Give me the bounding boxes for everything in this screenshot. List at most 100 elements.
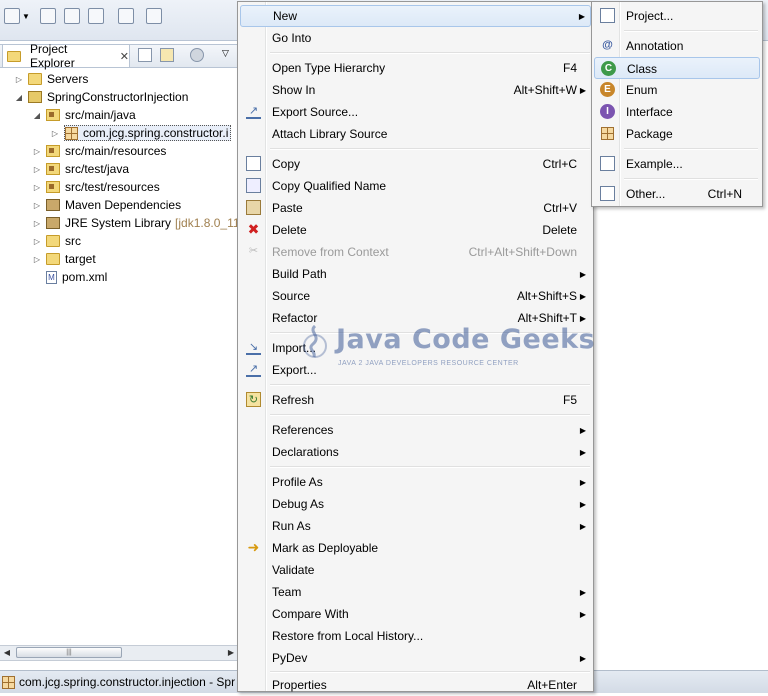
menu-item-label: Package [626, 127, 673, 141]
expanded-twisty-icon[interactable]: ◢ [32, 111, 42, 120]
menu-item-restore-local-history[interactable]: Restore from Local History... [240, 625, 591, 647]
new-submenu: Project... @ Annotation C Class E Enum I… [591, 1, 763, 207]
collapsed-twisty-icon[interactable]: ▷ [50, 129, 60, 138]
link-with-editor-icon[interactable] [160, 48, 174, 62]
submenu-arrow-icon: ▶ [579, 291, 586, 301]
submenu-item-class[interactable]: C Class [594, 57, 760, 79]
submenu-item-other[interactable]: Other... Ctrl+N [594, 183, 760, 205]
tree-item-src-main-resources[interactable]: ▷ src/main/resources [32, 142, 166, 160]
delete-icon: ✖ [247, 221, 260, 237]
submenu-item-interface[interactable]: I Interface [594, 101, 760, 123]
view-menu-gear-icon[interactable] [190, 48, 204, 62]
submenu-arrow-icon: ▶ [579, 313, 586, 323]
menu-item-build-path[interactable]: Build Path ▶ [240, 263, 591, 285]
menu-separator [624, 178, 758, 180]
tree-item-package[interactable]: ▷ com.jcg.spring.constructor.i [50, 124, 232, 142]
new-wizard-icon[interactable] [4, 8, 20, 24]
project-explorer-icon [7, 50, 21, 62]
menu-item-label: References [272, 423, 334, 437]
menu-item-copy[interactable]: Copy Ctrl+C [240, 153, 591, 175]
submenu-arrow-icon: ▶ [579, 499, 586, 509]
menu-item-validate[interactable]: Validate [240, 559, 591, 581]
menu-separator [270, 148, 590, 150]
scroll-right-icon[interactable]: ▶ [224, 646, 238, 660]
tree-item-label: src [65, 234, 81, 248]
tree-item-jre-library[interactable]: ▷ JRE System Library [jdk1.8.0_111] [32, 214, 249, 232]
new-dropdown-arrow-icon[interactable]: ▼ [22, 12, 30, 21]
menu-item-debug-as[interactable]: Debug As ▶ [240, 493, 591, 515]
tree-item-src[interactable]: ▷ src [32, 232, 81, 250]
collapsed-twisty-icon[interactable]: ▷ [32, 219, 42, 228]
tree-item-src-test-resources[interactable]: ▷ src/test/resources [32, 178, 160, 196]
menu-item-label: Team [272, 585, 302, 599]
menu-item-export-source[interactable]: ↗ Export Source... [240, 101, 591, 123]
view-menu-chevron-down-icon[interactable]: ▽ [222, 48, 229, 59]
expanded-twisty-icon[interactable]: ◢ [14, 93, 24, 102]
tree-item-target[interactable]: ▷ target [32, 250, 96, 268]
menu-item-export[interactable]: ↗ Export... [240, 359, 591, 381]
scroll-left-icon[interactable]: ◀ [0, 646, 14, 660]
menu-item-label: Source [272, 289, 311, 303]
tree-item-label: Maven Dependencies [65, 198, 182, 212]
submenu-item-example[interactable]: Example... [594, 153, 760, 175]
tab-label: Project Explorer [30, 42, 75, 70]
menu-item-team[interactable]: Team ▶ [240, 581, 591, 603]
close-tab-icon[interactable]: ✕ [120, 50, 129, 63]
collapsed-twisty-icon[interactable]: ▷ [32, 255, 42, 264]
save-icon[interactable] [40, 8, 56, 24]
save-all-icon[interactable] [64, 8, 80, 24]
menu-item-source[interactable]: Source Alt+Shift+S ▶ [240, 285, 591, 307]
open-type-icon[interactable] [118, 8, 134, 24]
skip-breakpoints-icon[interactable] [146, 8, 162, 24]
tree-item-servers[interactable]: ▷ Servers [14, 70, 88, 88]
collapsed-twisty-icon[interactable]: ▷ [32, 201, 42, 210]
collapsed-twisty-icon[interactable]: ▷ [32, 147, 42, 156]
menu-item-attach-library-source[interactable]: Attach Library Source [240, 123, 591, 145]
menu-item-open-type-hierarchy[interactable]: Open Type Hierarchy F4 [240, 57, 591, 79]
collapse-all-icon[interactable] [138, 48, 152, 62]
menu-item-delete[interactable]: ✖ Delete Delete [240, 219, 591, 241]
submenu-item-enum[interactable]: E Enum [594, 79, 760, 101]
collapsed-twisty-icon[interactable]: ▷ [14, 75, 24, 84]
menu-item-copy-qualified-name[interactable]: Copy Qualified Name [240, 175, 591, 197]
menu-item-show-in[interactable]: Show In Alt+Shift+W ▶ [240, 79, 591, 101]
print-icon[interactable] [88, 8, 104, 24]
menu-item-paste[interactable]: Paste Ctrl+V [240, 197, 591, 219]
tree-item-label: src/test/java [65, 162, 130, 176]
collapsed-twisty-icon[interactable]: ▷ [32, 183, 42, 192]
menu-item-mark-as-deployable[interactable]: ➜ Mark as Deployable [240, 537, 591, 559]
menu-item-import[interactable]: ↘ Import... [240, 337, 591, 359]
submenu-item-package[interactable]: Package [594, 123, 760, 145]
tree-item-label: Servers [47, 72, 89, 86]
tree-item-src-main-java[interactable]: ◢ src/main/java [32, 106, 136, 124]
menu-separator [270, 466, 590, 468]
menu-item-declarations[interactable]: Declarations ▶ [240, 441, 591, 463]
menu-item-refresh[interactable]: ↻ Refresh F5 [240, 389, 591, 411]
collapsed-twisty-icon[interactable]: ▷ [32, 165, 42, 174]
tab-project-explorer[interactable]: Project Explorer ✕ [2, 42, 130, 70]
collapsed-twisty-icon[interactable]: ▷ [32, 237, 42, 246]
menu-item-profile-as[interactable]: Profile As ▶ [240, 471, 591, 493]
submenu-item-annotation[interactable]: @ Annotation [594, 35, 760, 57]
tree-item-src-test-java[interactable]: ▷ src/test/java [32, 160, 129, 178]
submenu-item-project[interactable]: Project... [594, 5, 760, 27]
remove-context-icon: ✂ [248, 245, 259, 257]
menu-item-pydev[interactable]: PyDev ▶ [240, 647, 591, 669]
selected-package[interactable]: com.jcg.spring.constructor.i [64, 125, 232, 141]
scrollbar-thumb[interactable]: ||| [16, 647, 122, 658]
menu-item-label: Annotation [626, 39, 684, 53]
menu-item-run-as[interactable]: Run As ▶ [240, 515, 591, 537]
tree-item-pom[interactable]: M pom.xml [46, 268, 107, 286]
menu-item-refactor[interactable]: Refactor Alt+Shift+T ▶ [240, 307, 591, 329]
tree-item-maven-dependencies[interactable]: ▷ Maven Dependencies [32, 196, 181, 214]
menu-item-go-into[interactable]: Go Into [240, 27, 591, 49]
menu-item-new[interactable]: New ▶ [240, 5, 591, 27]
menu-item-compare-with[interactable]: Compare With ▶ [240, 603, 591, 625]
tree-item-project[interactable]: ◢ SpringConstructorInjection [14, 88, 188, 106]
horizontal-scrollbar[interactable]: ◀ ||| ▶ [0, 645, 238, 661]
enum-icon: E [600, 82, 615, 97]
other-icon [600, 186, 615, 201]
menu-item-label: Compare With [272, 607, 349, 621]
menu-item-references[interactable]: References ▶ [240, 419, 591, 441]
menu-item-properties[interactable]: Properties Alt+Enter [240, 674, 591, 696]
